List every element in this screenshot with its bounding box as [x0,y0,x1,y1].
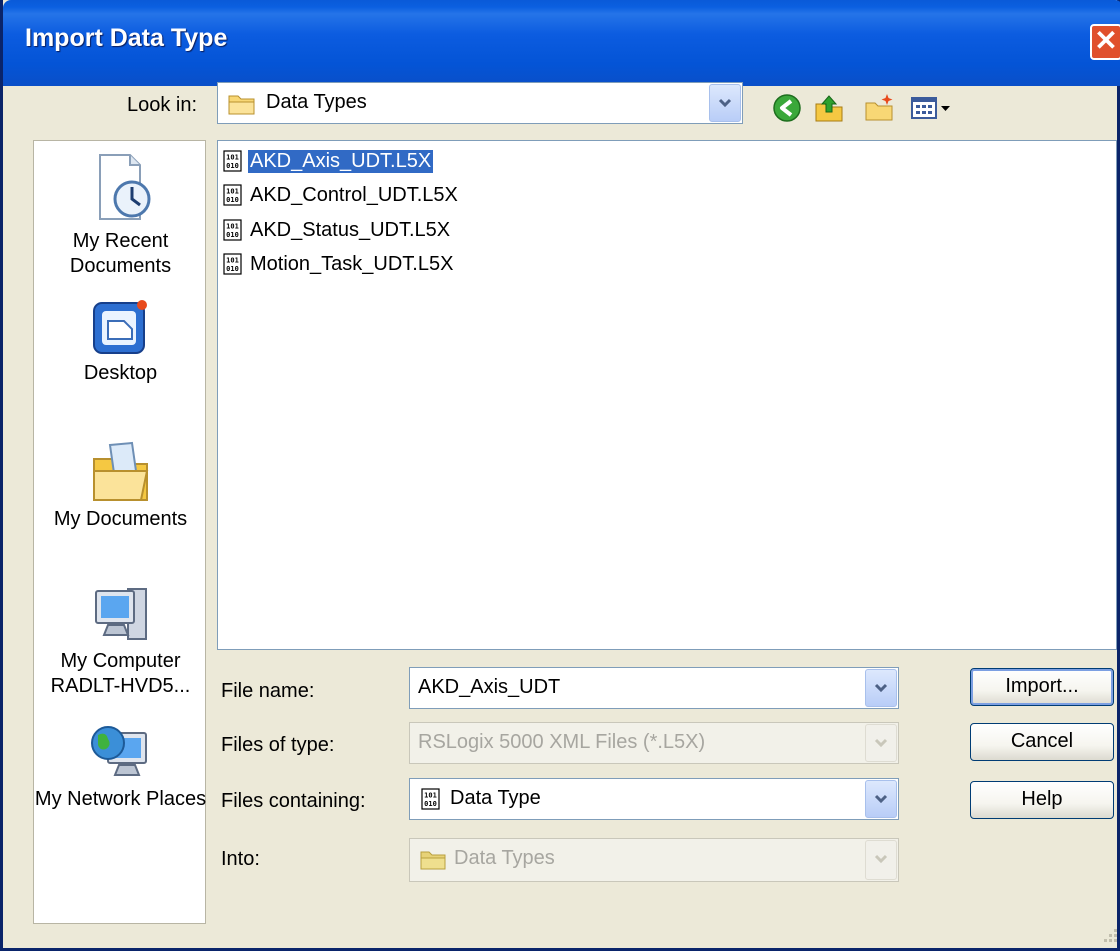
files-of-type-value: RSLogix 5000 XML Files (*.L5X) [418,731,706,753]
file-name-combobox[interactable]: AKD_Axis_UDT [409,667,899,709]
my-documents-icon [92,441,148,501]
desktop-icon [92,300,147,354]
chevron-down-icon [874,683,888,693]
file-name-input[interactable]: AKD_Axis_UDT [418,676,560,699]
close-icon: ✕ [1094,25,1118,56]
svg-text:010: 010 [226,196,239,204]
place-my-documents[interactable]: My Documents [34,437,207,532]
file-item-akd-axis-udt[interactable]: 101 010 AKD_Axis_UDT.L5X [222,147,434,175]
place-my-network-places[interactable]: My Network Places [34,717,207,812]
new-folder-button[interactable] [863,92,895,124]
file-item-akd-status-udt[interactable]: 101 010 AKD_Status_UDT.L5X [222,216,452,244]
files-of-type-combobox: RSLogix 5000 XML Files (*.L5X) [409,722,899,764]
place-my-computer[interactable]: My Computer RADLT-HVD5... [34,579,207,699]
import-button[interactable]: Import... [970,668,1114,706]
chevron-down-icon [874,738,888,748]
view-menu-button[interactable] [909,92,955,124]
into-dropdown-button [865,840,897,880]
files-containing-dropdown-button[interactable] [865,780,897,818]
place-my-recent-documents[interactable]: My Recent Documents [34,149,207,279]
place-label: My Documents [53,508,188,530]
svg-text:101: 101 [424,792,437,800]
my-computer-icon [94,588,147,640]
l5x-file-icon: 101 010 [223,219,242,241]
l5x-file-icon: 101 010 [223,184,242,206]
svg-text:010: 010 [226,265,239,273]
new-folder-icon [865,94,893,121]
look-in-combobox[interactable]: Data Types [217,82,743,124]
help-button[interactable]: Help [970,781,1114,819]
chevron-down-icon [874,854,888,864]
folder-icon [228,95,255,115]
recent-documents-icon [98,154,150,220]
l5x-file-icon: 101 010 [421,788,440,810]
up-one-level-button[interactable] [813,92,845,124]
network-places-icon [90,726,147,776]
file-name-dropdown-button[interactable] [865,669,897,707]
up-one-level-icon [815,95,843,122]
file-name: AKD_Status_UDT.L5X [250,218,451,241]
window-title: Import Data Type [25,24,228,52]
look-in-dropdown-button[interactable] [709,84,741,122]
folder-icon [420,851,446,870]
place-label: Desktop [83,362,158,384]
into-combobox: Data Types [409,838,899,882]
svg-text:010: 010 [424,800,437,808]
places-bar: My Recent Documents Desktop My Documents [33,140,206,924]
svg-text:101: 101 [226,223,239,231]
files-containing-combobox[interactable]: 101 010 Data Type [409,778,899,820]
file-name-label: File name: [221,680,315,702]
files-containing-label: Files containing: [221,790,366,812]
chevron-down-icon [718,98,732,108]
view-menu-icon [911,97,950,119]
close-button[interactable]: ✕ [1090,24,1120,60]
place-desktop[interactable]: Desktop [34,295,207,386]
files-of-type-label: Files of type: [221,734,335,756]
import-data-type-dialog: Import Data Type ✕ Look in: Data Types M… [0,0,1120,951]
place-label: My Recent Documents [69,230,172,277]
svg-text:101: 101 [226,257,239,265]
back-button[interactable] [771,92,803,124]
resize-grip-icon[interactable] [1099,924,1119,944]
file-item-motion-task-udt[interactable]: 101 010 Motion_Task_UDT.L5X [222,250,455,278]
file-name: Motion_Task_UDT.L5X [250,252,454,275]
back-icon [773,94,801,122]
svg-text:010: 010 [226,162,239,170]
look-in-value: Data Types [266,91,367,113]
file-name: AKD_Axis_UDT.L5X [248,149,434,173]
files-containing-value: Data Type [450,787,541,809]
l5x-file-icon: 101 010 [223,150,242,172]
look-in-label: Look in: [127,94,198,116]
file-item-akd-control-udt[interactable]: 101 010 AKD_Control_UDT.L5X [222,181,460,209]
title-bar[interactable]: Import Data Type ✕ [3,0,1120,86]
cancel-button[interactable]: Cancel [970,723,1114,761]
svg-text:101: 101 [226,154,239,162]
place-label: My Network Places [34,788,207,810]
svg-text:010: 010 [226,231,239,239]
l5x-file-icon: 101 010 [223,253,242,275]
into-value: Data Types [454,847,555,869]
chevron-down-icon [874,794,888,804]
place-label: My Computer RADLT-HVD5... [50,650,191,697]
file-name: AKD_Control_UDT.L5X [250,183,458,206]
files-of-type-dropdown-button [865,724,897,762]
svg-text:101: 101 [226,188,239,196]
file-list[interactable]: 101 010 AKD_Axis_UDT.L5X 101 010 AKD_Con… [217,140,1117,650]
into-label: Into: [221,848,260,870]
